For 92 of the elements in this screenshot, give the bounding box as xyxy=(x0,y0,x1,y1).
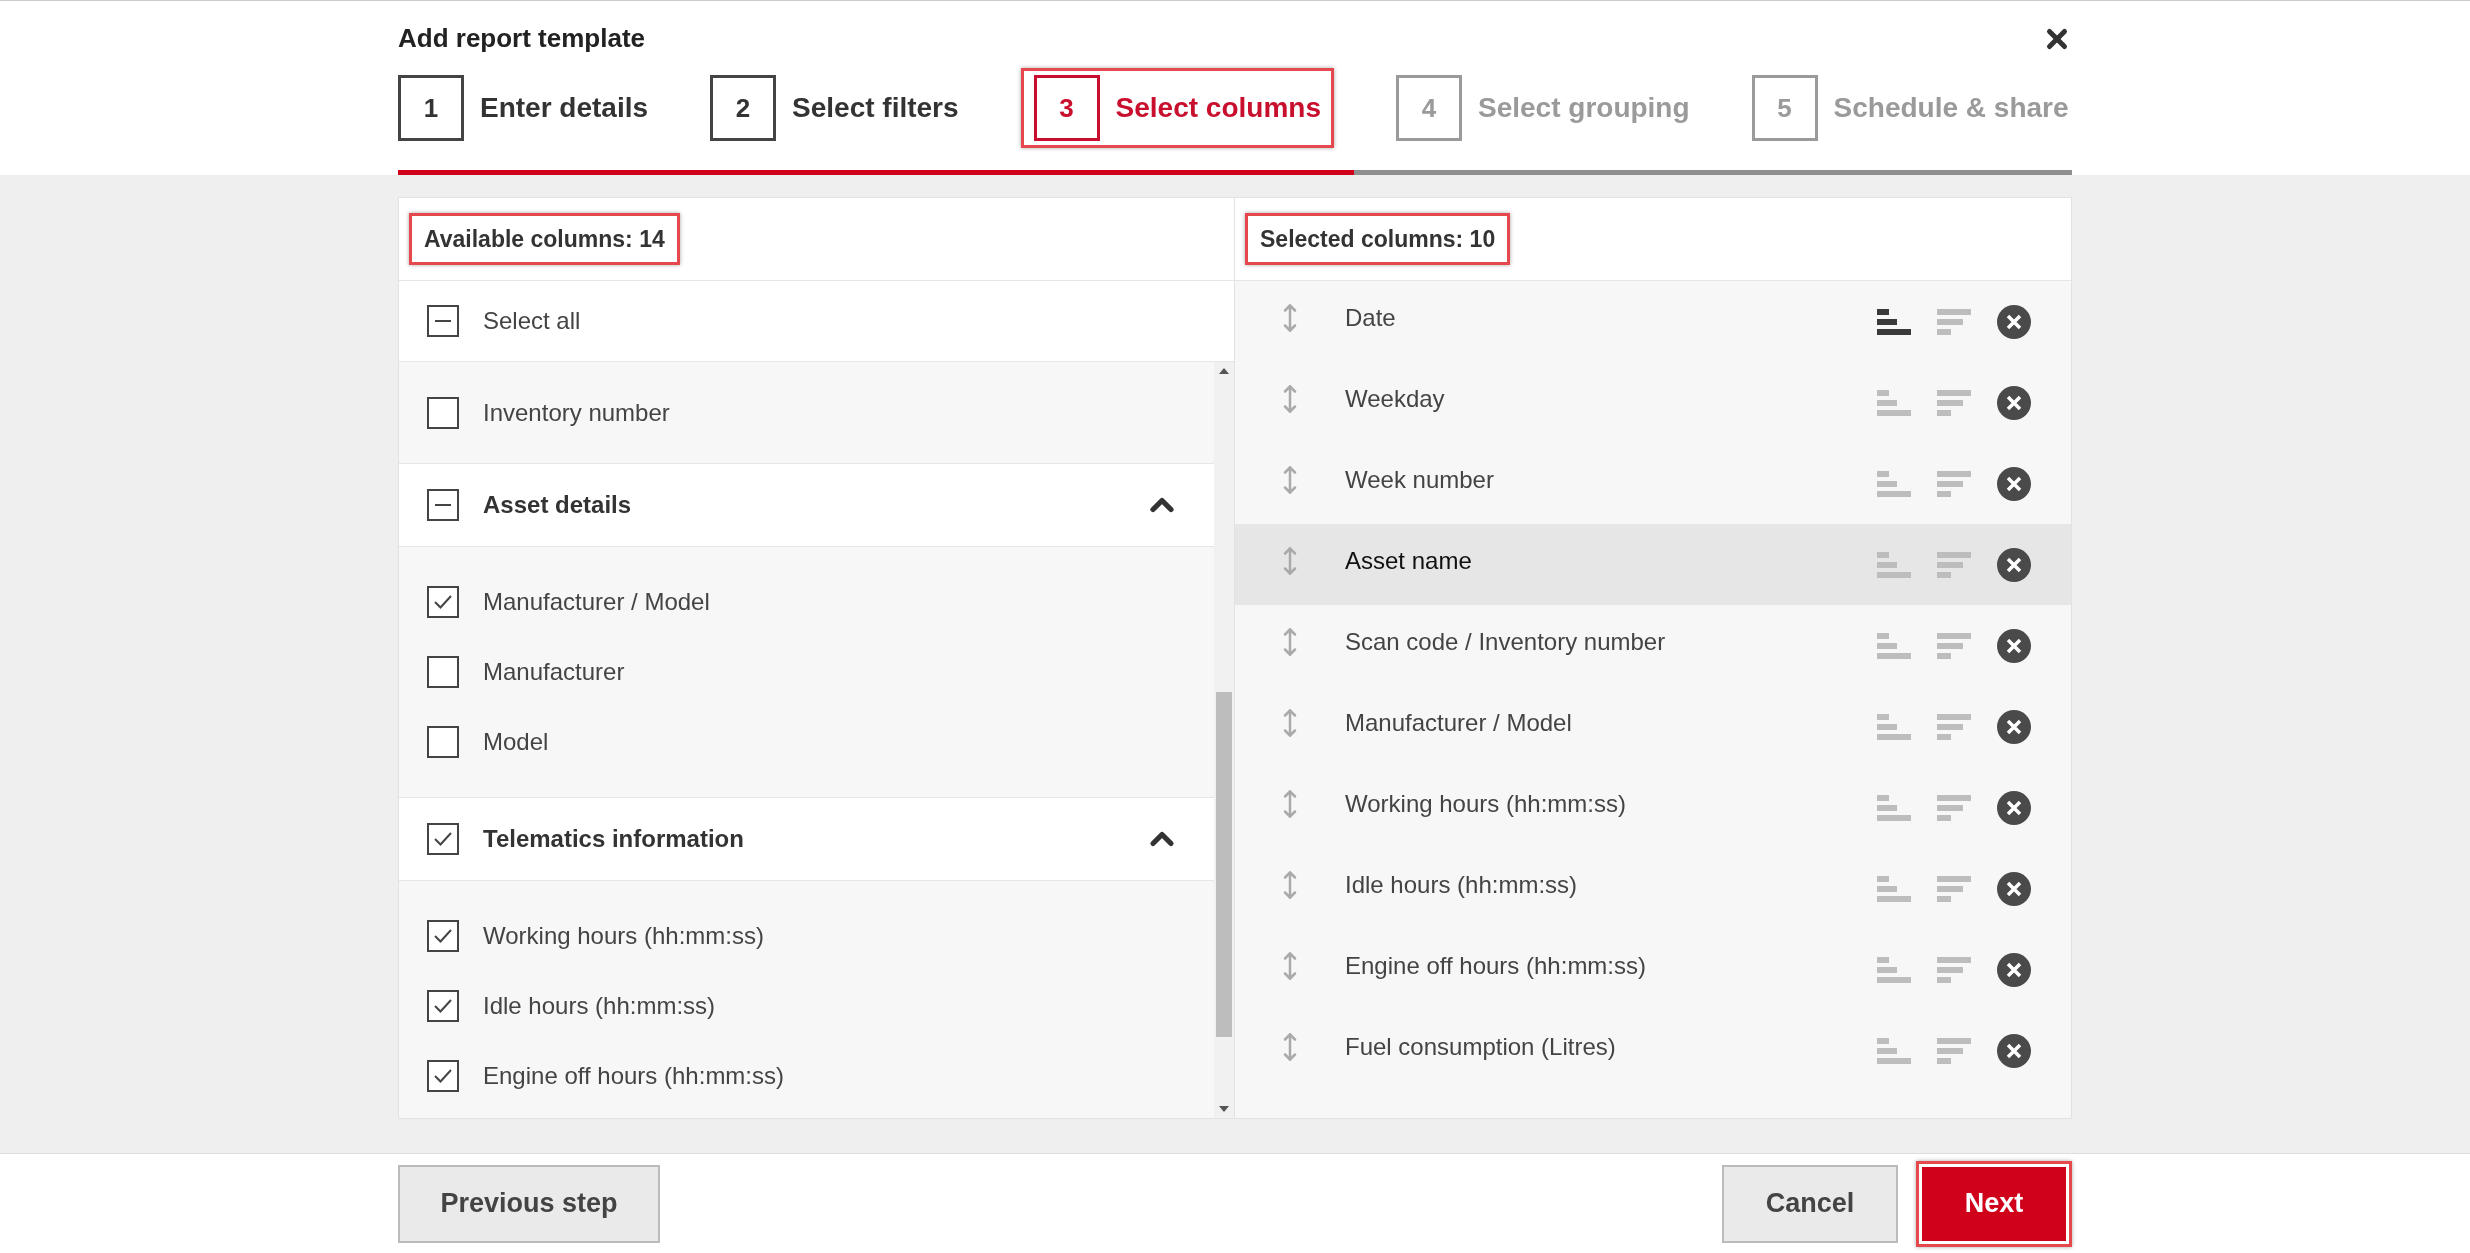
remove-icon[interactable] xyxy=(1997,952,2031,987)
remove-icon[interactable] xyxy=(1997,466,2031,501)
checkbox[interactable] xyxy=(427,656,459,688)
step-number: 1 xyxy=(398,75,464,141)
sort-lines-icon[interactable] xyxy=(1937,713,1971,740)
cancel-button[interactable]: Cancel xyxy=(1722,1164,1898,1243)
checkbox-label: Manufacturer / Model xyxy=(483,587,710,617)
remove-icon[interactable] xyxy=(1997,871,2031,906)
checkbox[interactable] xyxy=(427,396,459,429)
checkmark-icon xyxy=(433,998,453,1014)
column-row[interactable]: Date xyxy=(1235,281,2071,362)
checkbox[interactable] xyxy=(427,920,459,952)
scrollbar[interactable] xyxy=(1214,362,1234,1118)
checkbox-label: Select all xyxy=(483,306,581,336)
column-name: Engine off hours (hh:mm:ss) xyxy=(1345,950,1648,981)
checkbox-label: Engine off hours (hh:mm:ss) xyxy=(483,1061,785,1091)
step-label: Enter details xyxy=(480,91,649,125)
sort-lines-icon[interactable] xyxy=(1937,794,1971,821)
sort-lines-icon[interactable] xyxy=(1937,1037,1971,1064)
column-row[interactable]: Scan code / Inventory number xyxy=(1235,605,2071,686)
column-name: Manufacturer / Model xyxy=(1345,707,1573,738)
step-label: Select columns xyxy=(1115,91,1321,125)
sort-lines-icon[interactable] xyxy=(1937,956,1971,983)
step-label: Schedule & share xyxy=(1833,91,2069,125)
panel-title: Available columns: 14 xyxy=(424,224,665,254)
sort-lines-icon[interactable] xyxy=(1937,389,1971,416)
scroll-down-arrow-icon[interactable] xyxy=(1219,1106,1229,1112)
column-row[interactable]: Manufacturer / Model xyxy=(1235,686,2071,767)
group-label: Telematics information xyxy=(483,824,745,854)
sort-lines-icon[interactable] xyxy=(1937,632,1971,659)
checkbox-label: Working hours (hh:mm:ss) xyxy=(483,921,764,951)
remove-icon[interactable] xyxy=(1997,385,2031,420)
column-name: Week number xyxy=(1345,464,1495,495)
group-label: Asset details xyxy=(483,490,633,520)
sort-lines-icon[interactable] xyxy=(1937,470,1971,497)
checkbox[interactable] xyxy=(427,990,459,1022)
dialog-title: Add report template xyxy=(398,22,646,55)
checkbox[interactable] xyxy=(427,305,459,337)
wizard-step[interactable]: 2 Select filters xyxy=(710,75,959,141)
step-number: 2 xyxy=(710,75,777,141)
checkbox-label: Model xyxy=(483,727,549,757)
wizard-step[interactable]: 3 Select columns xyxy=(1033,75,1321,141)
column-name: Idle hours (hh:mm:ss) xyxy=(1345,869,1579,900)
remove-icon[interactable] xyxy=(1997,709,2031,744)
checkbox[interactable] xyxy=(427,489,459,521)
panel-title: Selected columns: 10 xyxy=(1260,224,1496,254)
column-row[interactable]: Engine off hours (hh:mm:ss) xyxy=(1235,929,2071,1010)
wizard-step[interactable]: 1 Enter details xyxy=(398,75,649,141)
step-label: Select grouping xyxy=(1478,91,1690,125)
group-header[interactable]: Asset details xyxy=(399,464,1214,547)
column-name: Weekday xyxy=(1345,383,1446,414)
column-name: Date xyxy=(1345,302,1397,333)
checkbox[interactable] xyxy=(427,823,459,855)
dash-icon xyxy=(435,504,451,506)
sort-lines-icon[interactable] xyxy=(1937,551,1971,578)
step-number: 5 xyxy=(1751,75,1818,141)
column-row[interactable]: Weekday xyxy=(1235,362,2071,443)
group-header[interactable]: Telematics information xyxy=(399,798,1214,881)
column-row[interactable]: Week number xyxy=(1235,443,2071,524)
column-row[interactable]: Asset name xyxy=(1235,524,2071,605)
checkmark-icon xyxy=(433,928,453,944)
step-number: 3 xyxy=(1033,75,1100,141)
column-row[interactable]: Working hours (hh:mm:ss) xyxy=(1235,767,2071,848)
previous-step-button[interactable]: Previous step xyxy=(398,1164,660,1243)
sort-lines-icon[interactable] xyxy=(1937,308,1971,335)
checkmark-icon xyxy=(433,594,453,610)
step-number: 4 xyxy=(1396,75,1462,141)
column-row[interactable]: Idle hours (hh:mm:ss) xyxy=(1235,848,2071,929)
checkbox[interactable] xyxy=(427,726,459,758)
checkbox[interactable] xyxy=(427,1060,459,1092)
remove-icon[interactable] xyxy=(1997,628,2031,663)
checkmark-icon xyxy=(433,1068,453,1084)
column-row[interactable]: Fuel consumption (Litres) xyxy=(1235,1010,2071,1091)
checkbox-label: Manufacturer xyxy=(483,657,625,687)
dash-icon xyxy=(435,320,451,322)
remove-icon[interactable] xyxy=(1997,790,2031,825)
remove-icon[interactable] xyxy=(1997,304,2031,339)
checkbox-label: Idle hours (hh:mm:ss) xyxy=(483,991,716,1021)
checkbox[interactable] xyxy=(427,586,459,618)
checkbox-label: Inventory number xyxy=(483,397,670,428)
column-name: Fuel consumption (Litres) xyxy=(1345,1031,1617,1062)
ascending-sort-icon[interactable] xyxy=(1877,308,1911,335)
column-name: Working hours (hh:mm:ss) xyxy=(1345,788,1627,819)
sort-lines-icon[interactable] xyxy=(1937,875,1971,902)
checkmark-icon xyxy=(433,831,453,847)
remove-icon[interactable] xyxy=(1997,547,2031,582)
step-label: Select filters xyxy=(792,91,959,125)
next-button[interactable]: Next xyxy=(1922,1166,2066,1241)
remove-icon[interactable] xyxy=(1997,1033,2031,1068)
scroll-up-arrow-icon[interactable] xyxy=(1219,368,1229,374)
column-name: Scan code / Inventory number xyxy=(1345,626,1667,657)
column-name: Asset name xyxy=(1345,545,1473,576)
